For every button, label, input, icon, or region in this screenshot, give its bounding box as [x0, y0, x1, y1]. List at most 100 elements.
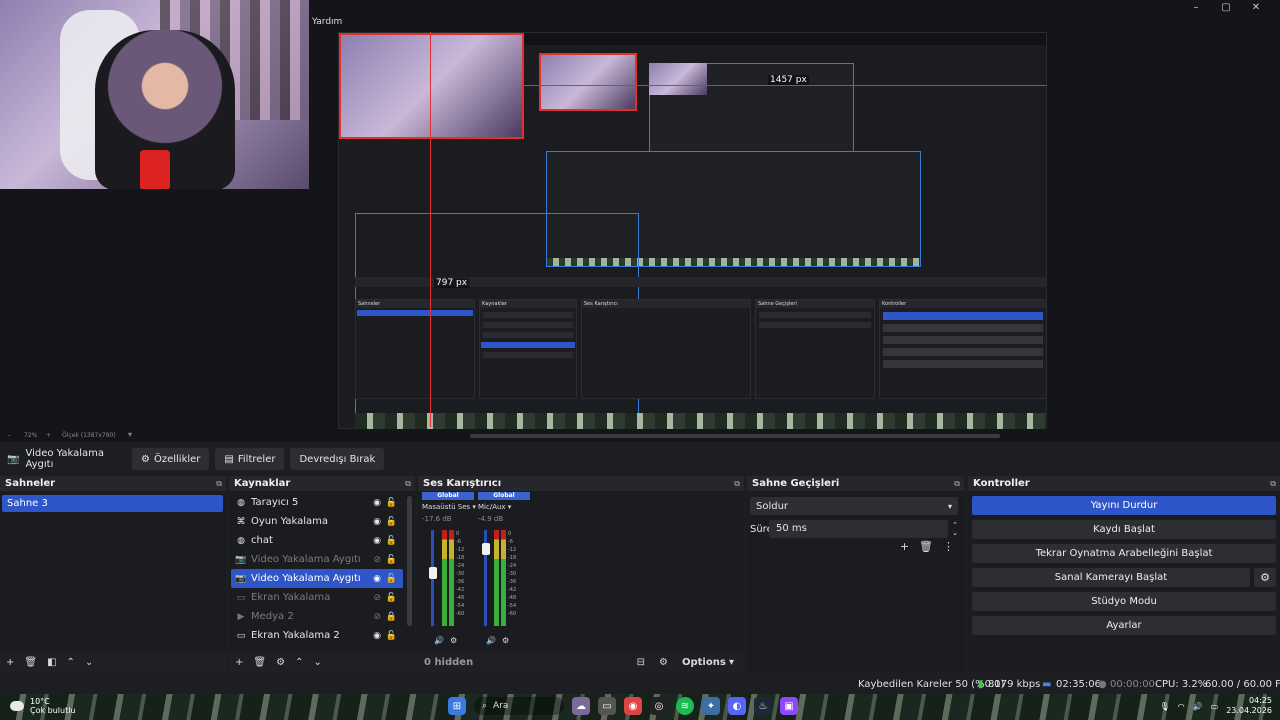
add-icon[interactable]: +	[900, 540, 909, 553]
clock[interactable]: 04:25 23.04.2026	[1226, 696, 1272, 716]
unlock-icon[interactable]: 🔓	[386, 593, 397, 603]
unlock-icon[interactable]: 🔓	[386, 536, 397, 546]
widget-icon[interactable]: ☁	[572, 697, 590, 715]
start-icon[interactable]: ⊞	[448, 697, 466, 715]
source-item[interactable]: ▭ Ekran Yakalama 2 ◉ 🔓	[231, 626, 403, 645]
speaker-icon[interactable]: 🔊	[486, 636, 496, 645]
task-view-icon[interactable]: ▭	[598, 697, 616, 715]
gear-icon[interactable]: ⚙	[276, 657, 285, 668]
trash-icon[interactable]: 🗑	[919, 540, 933, 553]
maximize-icon[interactable]: ▢	[1220, 2, 1232, 13]
help-menu[interactable]: Yardım	[312, 17, 342, 27]
close-icon[interactable]: ✕	[1250, 2, 1262, 13]
filters-button[interactable]: ▤ Filtreler	[215, 448, 285, 470]
unlock-icon[interactable]: 🔓	[386, 517, 397, 527]
source-item[interactable]: ▭ Ekran Yakalama ⊘ 🔓	[231, 588, 403, 607]
fader-knob-desktop[interactable]	[429, 567, 437, 580]
eye-off-icon[interactable]: ⊘	[373, 555, 381, 565]
options-button[interactable]: Options ▾	[682, 657, 734, 668]
controls-title: Kontroller	[973, 478, 1030, 489]
start-replay-buffer-button[interactable]: Tekrar Oynatma Arabelleğini Başlat	[972, 544, 1276, 563]
unlock-icon[interactable]: 🔓	[386, 498, 397, 508]
undock-icon[interactable]: ⧉	[405, 479, 411, 489]
unlock-icon[interactable]: 🔓	[386, 555, 397, 565]
source-item[interactable]: ▶ Medya 2 ⊘ 🔒	[231, 607, 403, 626]
move-up-icon[interactable]: ⌃	[67, 657, 75, 668]
scale-tick: -6	[508, 539, 513, 545]
properties-button[interactable]: ⚙ Özellikler	[132, 448, 210, 470]
taskbar-search[interactable]: ⌕ Ara	[474, 697, 564, 715]
obs-icon[interactable]: ◎	[650, 697, 668, 715]
scale-dropdown-icon[interactable]: ▾	[128, 430, 132, 439]
battery-icon[interactable]: ▭	[1211, 702, 1219, 711]
weather-widget[interactable]: 10°C Çok bulutlu	[10, 697, 76, 715]
fader-knob-mic[interactable]	[482, 543, 490, 556]
source-item[interactable]: 📷 Video Yakalama Aygıtı ◉ 🔓	[231, 569, 403, 588]
trash-icon[interactable]: 🗑	[253, 657, 266, 668]
add-icon[interactable]: +	[235, 657, 243, 668]
channel-settings-icon[interactable]: ⚙	[502, 636, 509, 645]
minimize-icon[interactable]: –	[1190, 2, 1202, 13]
chrome-icon[interactable]: ◉	[624, 697, 642, 715]
more-icon[interactable]: ⋮	[943, 540, 954, 553]
transition-value: Soldur	[756, 500, 789, 512]
wifi-icon[interactable]: ◠	[1178, 702, 1185, 711]
spotify-icon[interactable]: ≋	[676, 697, 694, 715]
eye-icon[interactable]: ◉	[373, 517, 381, 527]
meter-scale: 0 -6 -12 -18 -24 -30 -36 -42 -48 -54 -60	[508, 530, 516, 618]
layout-icon[interactable]: ⊟	[637, 657, 645, 668]
eye-icon[interactable]: ◉	[373, 631, 381, 641]
source-item[interactable]: ⌘ Oyun Yakalama ◉ 🔓	[231, 512, 403, 531]
undock-icon[interactable]: ⧉	[1270, 479, 1276, 489]
webcam-source[interactable]	[0, 0, 309, 189]
advanced-audio-icon[interactable]: ⚙	[659, 657, 668, 668]
discord-icon[interactable]: ◐	[728, 697, 746, 715]
zoom-out-button[interactable]: –	[8, 432, 11, 439]
move-up-icon[interactable]: ⌃	[295, 657, 303, 668]
unlock-icon[interactable]: 🔓	[386, 574, 397, 584]
undock-icon[interactable]: ⧉	[216, 479, 222, 489]
scene-item[interactable]: Sahne 3	[2, 495, 223, 512]
source-item[interactable]: ◍ chat ◉ 🔓	[231, 531, 403, 550]
unlock-icon[interactable]: 🔓	[386, 631, 397, 641]
channel-name[interactable]: Mic/Aux ▾	[478, 503, 530, 511]
undock-icon[interactable]: ⧉	[954, 479, 960, 489]
eye-off-icon[interactable]: ⊘	[373, 593, 381, 603]
add-icon[interactable]: +	[6, 657, 14, 668]
eye-off-icon[interactable]: ⊘	[373, 612, 381, 622]
browser-icon[interactable]: ✦	[702, 697, 720, 715]
mic-icon[interactable]: 🎙	[1160, 702, 1170, 711]
nested-capture[interactable]: Sahneler Kaynaklar Ses Karıştırıcı Sahne…	[338, 32, 1047, 429]
eye-icon[interactable]: ◉	[373, 574, 381, 584]
preview-canvas[interactable]: Yardım – ▢ ✕ Sahneler Kaynaklar Ses Karı…	[0, 0, 1280, 430]
eye-icon[interactable]: ◉	[373, 536, 381, 546]
channel-name[interactable]: Masaüstü Ses ▾	[422, 503, 476, 511]
eye-icon[interactable]: ◉	[373, 498, 381, 508]
source-item[interactable]: 📷 Video Yakalama Aygıtı ⊘ 🔓	[231, 550, 403, 569]
preview-scrollbar[interactable]	[470, 434, 1000, 438]
undock-icon[interactable]: ⧉	[734, 479, 740, 489]
volume-icon[interactable]: 🔊	[1193, 702, 1203, 711]
trash-icon[interactable]: 🗑	[24, 657, 37, 668]
move-down-icon[interactable]: ⌄	[85, 657, 93, 668]
start-recording-button[interactable]: Kaydı Başlat	[972, 520, 1276, 539]
lock-icon[interactable]: 🔒	[386, 612, 397, 622]
filter-icon[interactable]: ◧	[47, 657, 56, 668]
move-down-icon[interactable]: ⌄	[313, 657, 321, 668]
speaker-icon[interactable]: 🔊	[434, 636, 444, 645]
transition-select[interactable]: Soldur ▾	[750, 497, 958, 515]
zoom-in-button[interactable]: +	[46, 432, 51, 439]
gear-icon[interactable]: ⚙	[1254, 568, 1276, 587]
steam-icon[interactable]: ♨	[754, 697, 772, 715]
sources-scrollbar[interactable]	[407, 496, 412, 626]
settings-button[interactable]: Ayarlar	[972, 616, 1276, 635]
start-virtual-camera-button[interactable]: Sanal Kamerayı Başlat	[972, 568, 1250, 587]
studio-mode-button[interactable]: Stüdyo Modu	[972, 592, 1276, 611]
source-item[interactable]: ◍ Tarayıcı 5 ◉ 🔓	[231, 493, 403, 512]
duration-input[interactable]: 50 ms	[769, 520, 949, 538]
duration-stepper[interactable]: ⌃ ⌄	[952, 521, 958, 537]
app-icon[interactable]: ▣	[780, 697, 798, 715]
channel-settings-icon[interactable]: ⚙	[450, 636, 457, 645]
stop-stream-button[interactable]: Yayını Durdur	[972, 496, 1276, 515]
deactivate-button[interactable]: Devredışı Bırak	[290, 448, 385, 470]
